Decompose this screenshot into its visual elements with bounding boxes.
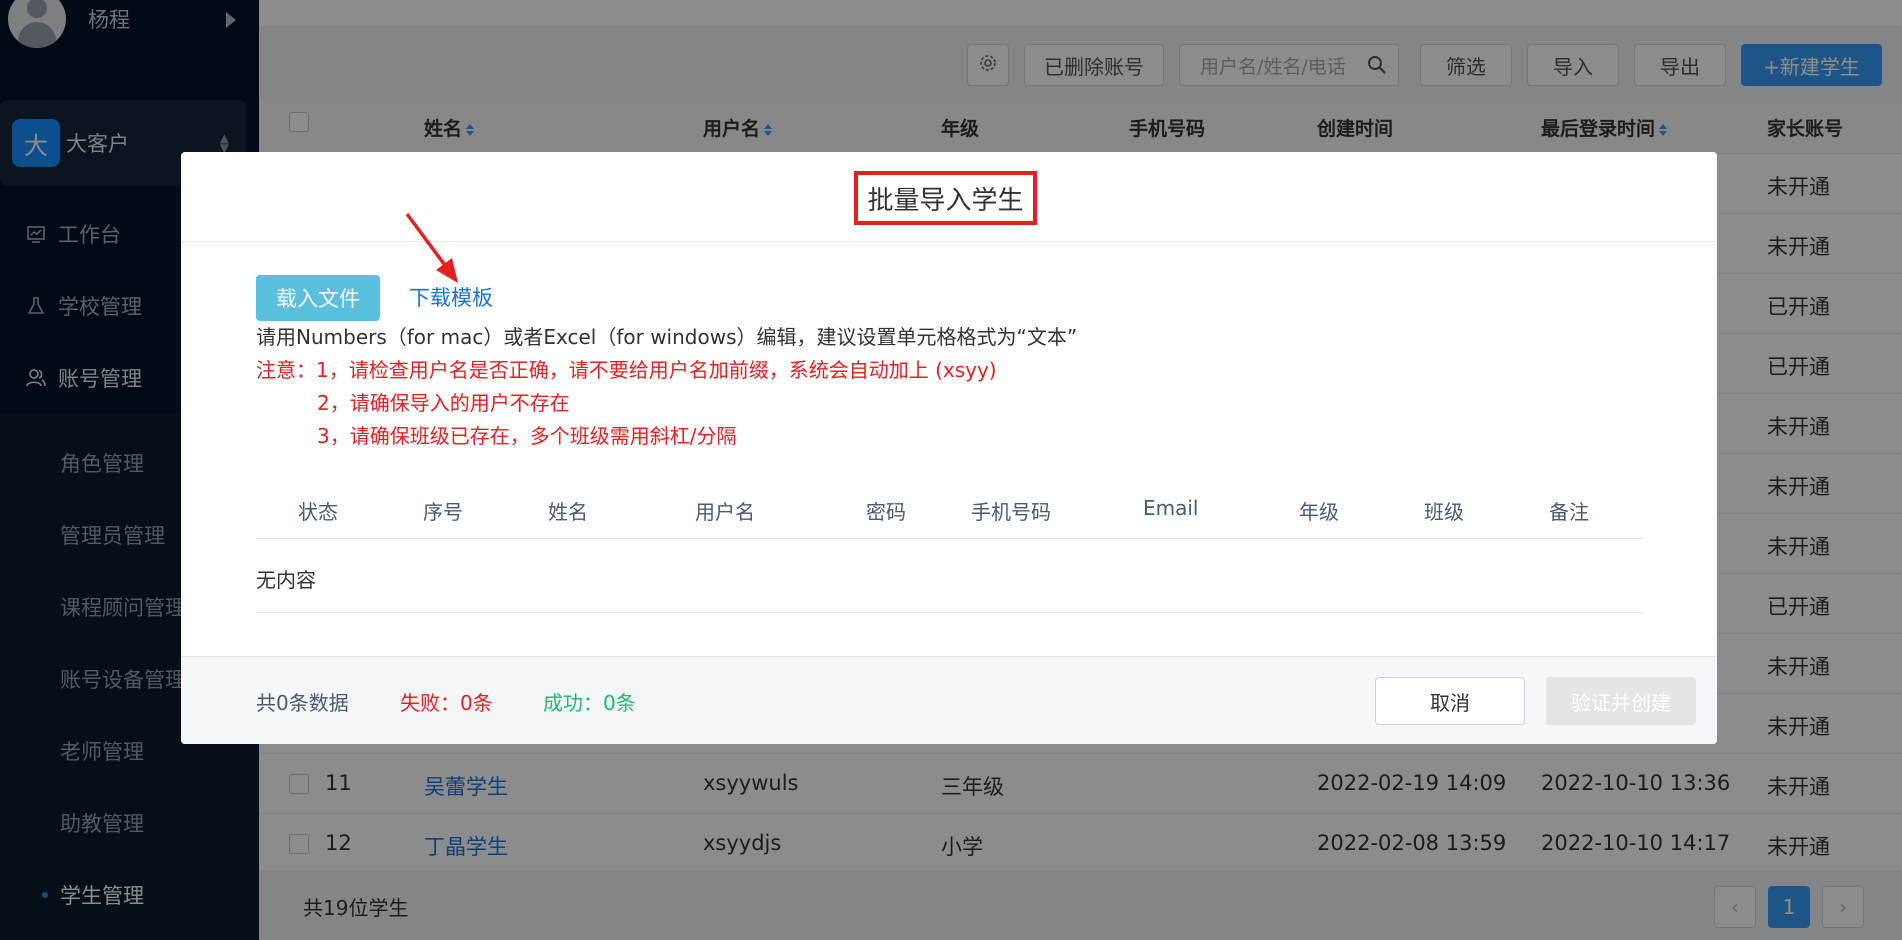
col-phone: 手机号码 xyxy=(971,500,1051,524)
col-name: 姓名 xyxy=(548,500,588,524)
empty-text: 无内容 xyxy=(256,568,316,592)
col-index: 序号 xyxy=(423,500,463,524)
total-records: 共0条数据 xyxy=(256,691,349,715)
col-class: 班级 xyxy=(1424,500,1464,524)
cancel-button[interactable]: 取消 xyxy=(1375,677,1525,725)
col-status: 状态 xyxy=(298,500,338,524)
download-template-link[interactable]: 下载模板 xyxy=(409,282,493,312)
verify-create-button[interactable]: 验证并创建 xyxy=(1546,677,1696,725)
modal-title: 批量导入学生 xyxy=(854,171,1037,225)
success-count: 成功：0条 xyxy=(543,691,636,715)
import-modal: 批量导入学生 载入文件 下载模板 请用Numbers（for mac）或者Exc… xyxy=(181,152,1717,744)
format-hint: 请用Numbers（for mac）或者Excel（for windows）编辑… xyxy=(256,325,1078,349)
empty-row: 无内容 xyxy=(256,540,1644,613)
col-password: 密码 xyxy=(866,500,906,524)
modal-footer: 共0条数据 失败：0条 成功：0条 取消 验证并创建 xyxy=(181,656,1717,744)
modal-header: 批量导入学生 xyxy=(181,152,1717,242)
note-2: 2，请确保导入的用户不存在 xyxy=(317,391,570,415)
import-table-header: 状态 序号 姓名 用户名 密码 手机号码 Email 年级 班级 备注 xyxy=(256,485,1644,539)
col-username: 用户名 xyxy=(695,500,755,524)
col-grade: 年级 xyxy=(1299,500,1339,524)
load-file-button[interactable]: 载入文件 xyxy=(256,275,380,321)
col-email: Email xyxy=(1143,496,1199,520)
col-remark: 备注 xyxy=(1549,500,1589,524)
note-1: 注意：1，请检查用户名是否正确，请不要给用户名加前缀，系统会自动加上 (xsyy… xyxy=(256,358,997,382)
failed-count: 失败：0条 xyxy=(400,691,493,715)
note-3: 3，请确保班级已存在，多个班级需用斜杠/分隔 xyxy=(317,424,737,448)
